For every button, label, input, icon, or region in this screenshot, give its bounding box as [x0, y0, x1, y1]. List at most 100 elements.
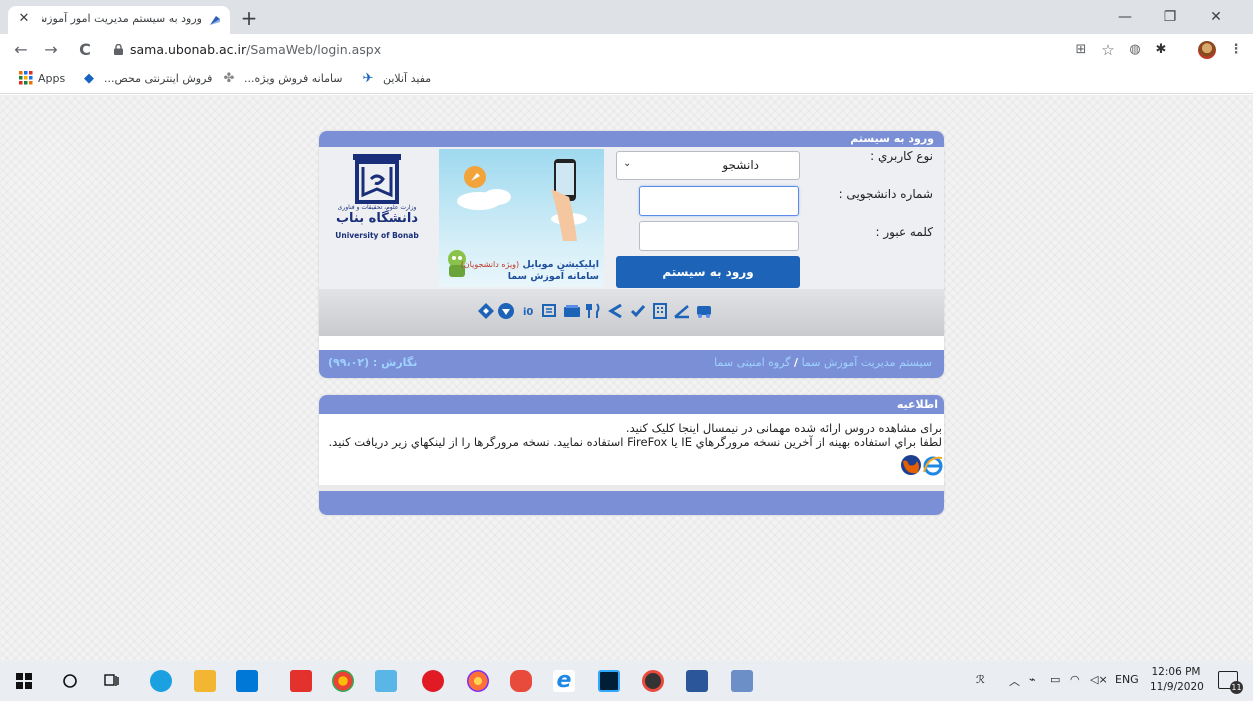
id-card-icon[interactable]: i0: [521, 302, 539, 320]
translate-icon[interactable]: ⊞: [1073, 42, 1089, 58]
new-tab-button[interactable]: +: [238, 8, 260, 30]
globe-extension-icon[interactable]: ◍: [1127, 42, 1143, 58]
footer-separator: /: [794, 356, 799, 369]
security-group-link[interactable]: گروه امنیتی سما: [714, 356, 790, 369]
task-view-icon[interactable]: [104, 673, 120, 689]
search-icon[interactable]: [62, 673, 78, 689]
page-content: ورود به سیستم وزارت علوم، تحقیقات و فناو…: [0, 95, 1253, 661]
minimize-button[interactable]: —: [1108, 6, 1142, 28]
file-explorer-icon[interactable]: [194, 670, 216, 692]
login-form: وزارت علوم، تحقیقات و فناوری دانشگاه بنا…: [319, 147, 944, 289]
university-ministry: وزارت علوم، تحقیقات و فناوری: [337, 204, 417, 211]
diamond-icon[interactable]: [477, 302, 495, 320]
wallet-icon[interactable]: [563, 302, 581, 320]
forward-button[interactable]: →: [40, 39, 62, 61]
tray-chevron-icon[interactable]: ︿: [1009, 673, 1020, 689]
internet-explorer-icon[interactable]: [922, 454, 944, 476]
guest-courses-link[interactable]: برای مشاهده دروس ارائه شده مهمانی در نیم…: [322, 421, 942, 435]
login-panel-footer: نگارش : (۹۹،۰۲) سیستم مدیریت آموزش سما /…: [319, 350, 944, 378]
volume-icon[interactable]: ◁×: [1090, 673, 1108, 686]
site-favicon-icon: [210, 16, 220, 25]
checklist-icon[interactable]: [629, 302, 647, 320]
bookmark-1-icon: ◆: [84, 71, 94, 86]
address-bar[interactable]: sama.ubonab.ac.ir/SamaWeb/login.aspx: [106, 38, 1066, 62]
password-input[interactable]: [639, 221, 799, 251]
close-window-button[interactable]: ✕: [1199, 6, 1233, 28]
bus-icon[interactable]: [695, 302, 713, 320]
booking-icon[interactable]: [541, 302, 559, 320]
menu-kebab-icon[interactable]: ⋮: [1228, 42, 1244, 58]
notification-count: 11: [1230, 681, 1243, 694]
login-panel-header: ورود به سیستم: [319, 131, 944, 147]
mobile-app-banner[interactable]: اپلیکیشن موبایل (ویژه دانشجویان) سامانه …: [439, 149, 604, 287]
tab-title: ورود به سیستم مدیریت امور آموزش: [42, 12, 202, 25]
url-host: sama.ubonab.ac.ir: [130, 42, 247, 57]
footer-links: سیستم مدیریت آموزش سما / گروه امنیتی سما: [714, 356, 932, 369]
media-player-app-icon[interactable]: [642, 670, 664, 692]
image-viewer-app-icon[interactable]: [375, 670, 397, 692]
svg-text:i0: i0: [523, 307, 533, 318]
maximize-button[interactable]: ❐: [1153, 6, 1187, 28]
bookmark-special-sales[interactable]: سامانه فروش ویژه...: [244, 72, 343, 85]
notice-header: اطلاعیه: [319, 395, 944, 414]
system-name-link[interactable]: سیستم مدیریت آموزش سما: [802, 356, 932, 369]
tool-app-icon[interactable]: [510, 670, 532, 692]
browser-tab[interactable]: ورود به سیستم مدیریت امور آموزش ✕: [8, 6, 230, 34]
chrome-app-icon[interactable]: [332, 670, 354, 692]
phone-illustration-icon: [457, 159, 587, 241]
ruler-icon[interactable]: [673, 302, 691, 320]
edge-app-icon[interactable]: [150, 670, 172, 692]
notice-footer: [319, 491, 944, 515]
language-indicator[interactable]: ENG: [1115, 673, 1139, 686]
network-status-icon[interactable]: ⌁: [1029, 673, 1036, 686]
user-type-value: دانشجو: [722, 158, 759, 172]
extensions-puzzle-icon[interactable]: ✱: [1153, 42, 1169, 58]
word-app-icon[interactable]: [686, 670, 708, 692]
student-number-label: شماره دانشجویی :: [838, 187, 933, 201]
shield-icon[interactable]: [497, 302, 515, 320]
banner-caption: اپلیکیشن موبایل (ویژه دانشجویان) سامانه …: [439, 259, 599, 283]
login-panel: ورود به سیستم وزارت علوم، تحقیقات و فناو…: [319, 131, 944, 378]
arrow-left-icon[interactable]: [607, 302, 625, 320]
lock-icon: [114, 44, 123, 55]
clock-date: 11/9/2020: [1150, 681, 1204, 693]
student-number-input[interactable]: [639, 186, 799, 216]
firefox-app-icon[interactable]: [467, 670, 489, 692]
notification-center-icon[interactable]: 11: [1218, 671, 1243, 694]
banner-app-subtitle: (ویژه دانشجویان): [460, 260, 520, 269]
chevron-down-icon: ⌄: [623, 158, 632, 169]
back-button[interactable]: ←: [10, 39, 32, 61]
wifi-icon[interactable]: ◠: [1070, 673, 1080, 686]
password-label: کلمه عبور :: [875, 225, 933, 239]
firefox-icon[interactable]: [899, 453, 923, 477]
people-icon[interactable]: ℛ: [976, 673, 985, 686]
browser-tab-strip: ورود به سیستم مدیریت امور آموزش ✕ + — ❐ …: [0, 0, 1253, 34]
tab-close-icon[interactable]: ✕: [16, 11, 32, 27]
user-type-select[interactable]: دانشجو ⌄: [616, 151, 800, 180]
bookmark-apps[interactable]: Apps: [38, 72, 65, 85]
bookmark-online-sales[interactable]: فروش اینترنتی محص...: [104, 72, 212, 85]
reload-button[interactable]: C: [74, 39, 96, 61]
windows-start-icon[interactable]: [16, 673, 32, 689]
internet-explorer-app-icon[interactable]: e: [553, 670, 575, 692]
browser-advice-text: لطفا براي استفاده بهينه از آخرين نسخه مر…: [328, 435, 943, 449]
clock[interactable]: 12:06 PM 11/9/2020: [1150, 665, 1204, 695]
restaurant-icon[interactable]: [585, 302, 603, 320]
anydesk-app-icon[interactable]: [290, 670, 312, 692]
building-icon[interactable]: [651, 302, 669, 320]
bookmark-star-icon[interactable]: ☆: [1100, 42, 1116, 58]
notice-body: برای مشاهده دروس ارائه شده مهمانی در نیم…: [319, 414, 944, 485]
battery-icon[interactable]: ▭: [1050, 673, 1060, 686]
banner-app-title: اپلیکیشن موبایل: [522, 259, 599, 270]
bookmark-2-icon: ✤: [223, 71, 235, 86]
university-name-fa: دانشگاه بناب: [335, 211, 418, 226]
network-app-icon[interactable]: [731, 670, 753, 692]
notice-panel: اطلاعیه برای مشاهده دروس ارائه شده مهمان…: [319, 395, 944, 515]
profile-avatar[interactable]: [1198, 41, 1216, 59]
mail-app-icon[interactable]: [236, 670, 258, 692]
login-button[interactable]: ورود به سیستم: [616, 256, 800, 288]
version-label: نگارش : (۹۹،۰۲): [328, 356, 418, 369]
bookmark-mofid-online[interactable]: مفید آنلاین: [383, 72, 431, 85]
photoshop-app-icon[interactable]: [598, 670, 620, 692]
opera-app-icon[interactable]: [422, 670, 444, 692]
